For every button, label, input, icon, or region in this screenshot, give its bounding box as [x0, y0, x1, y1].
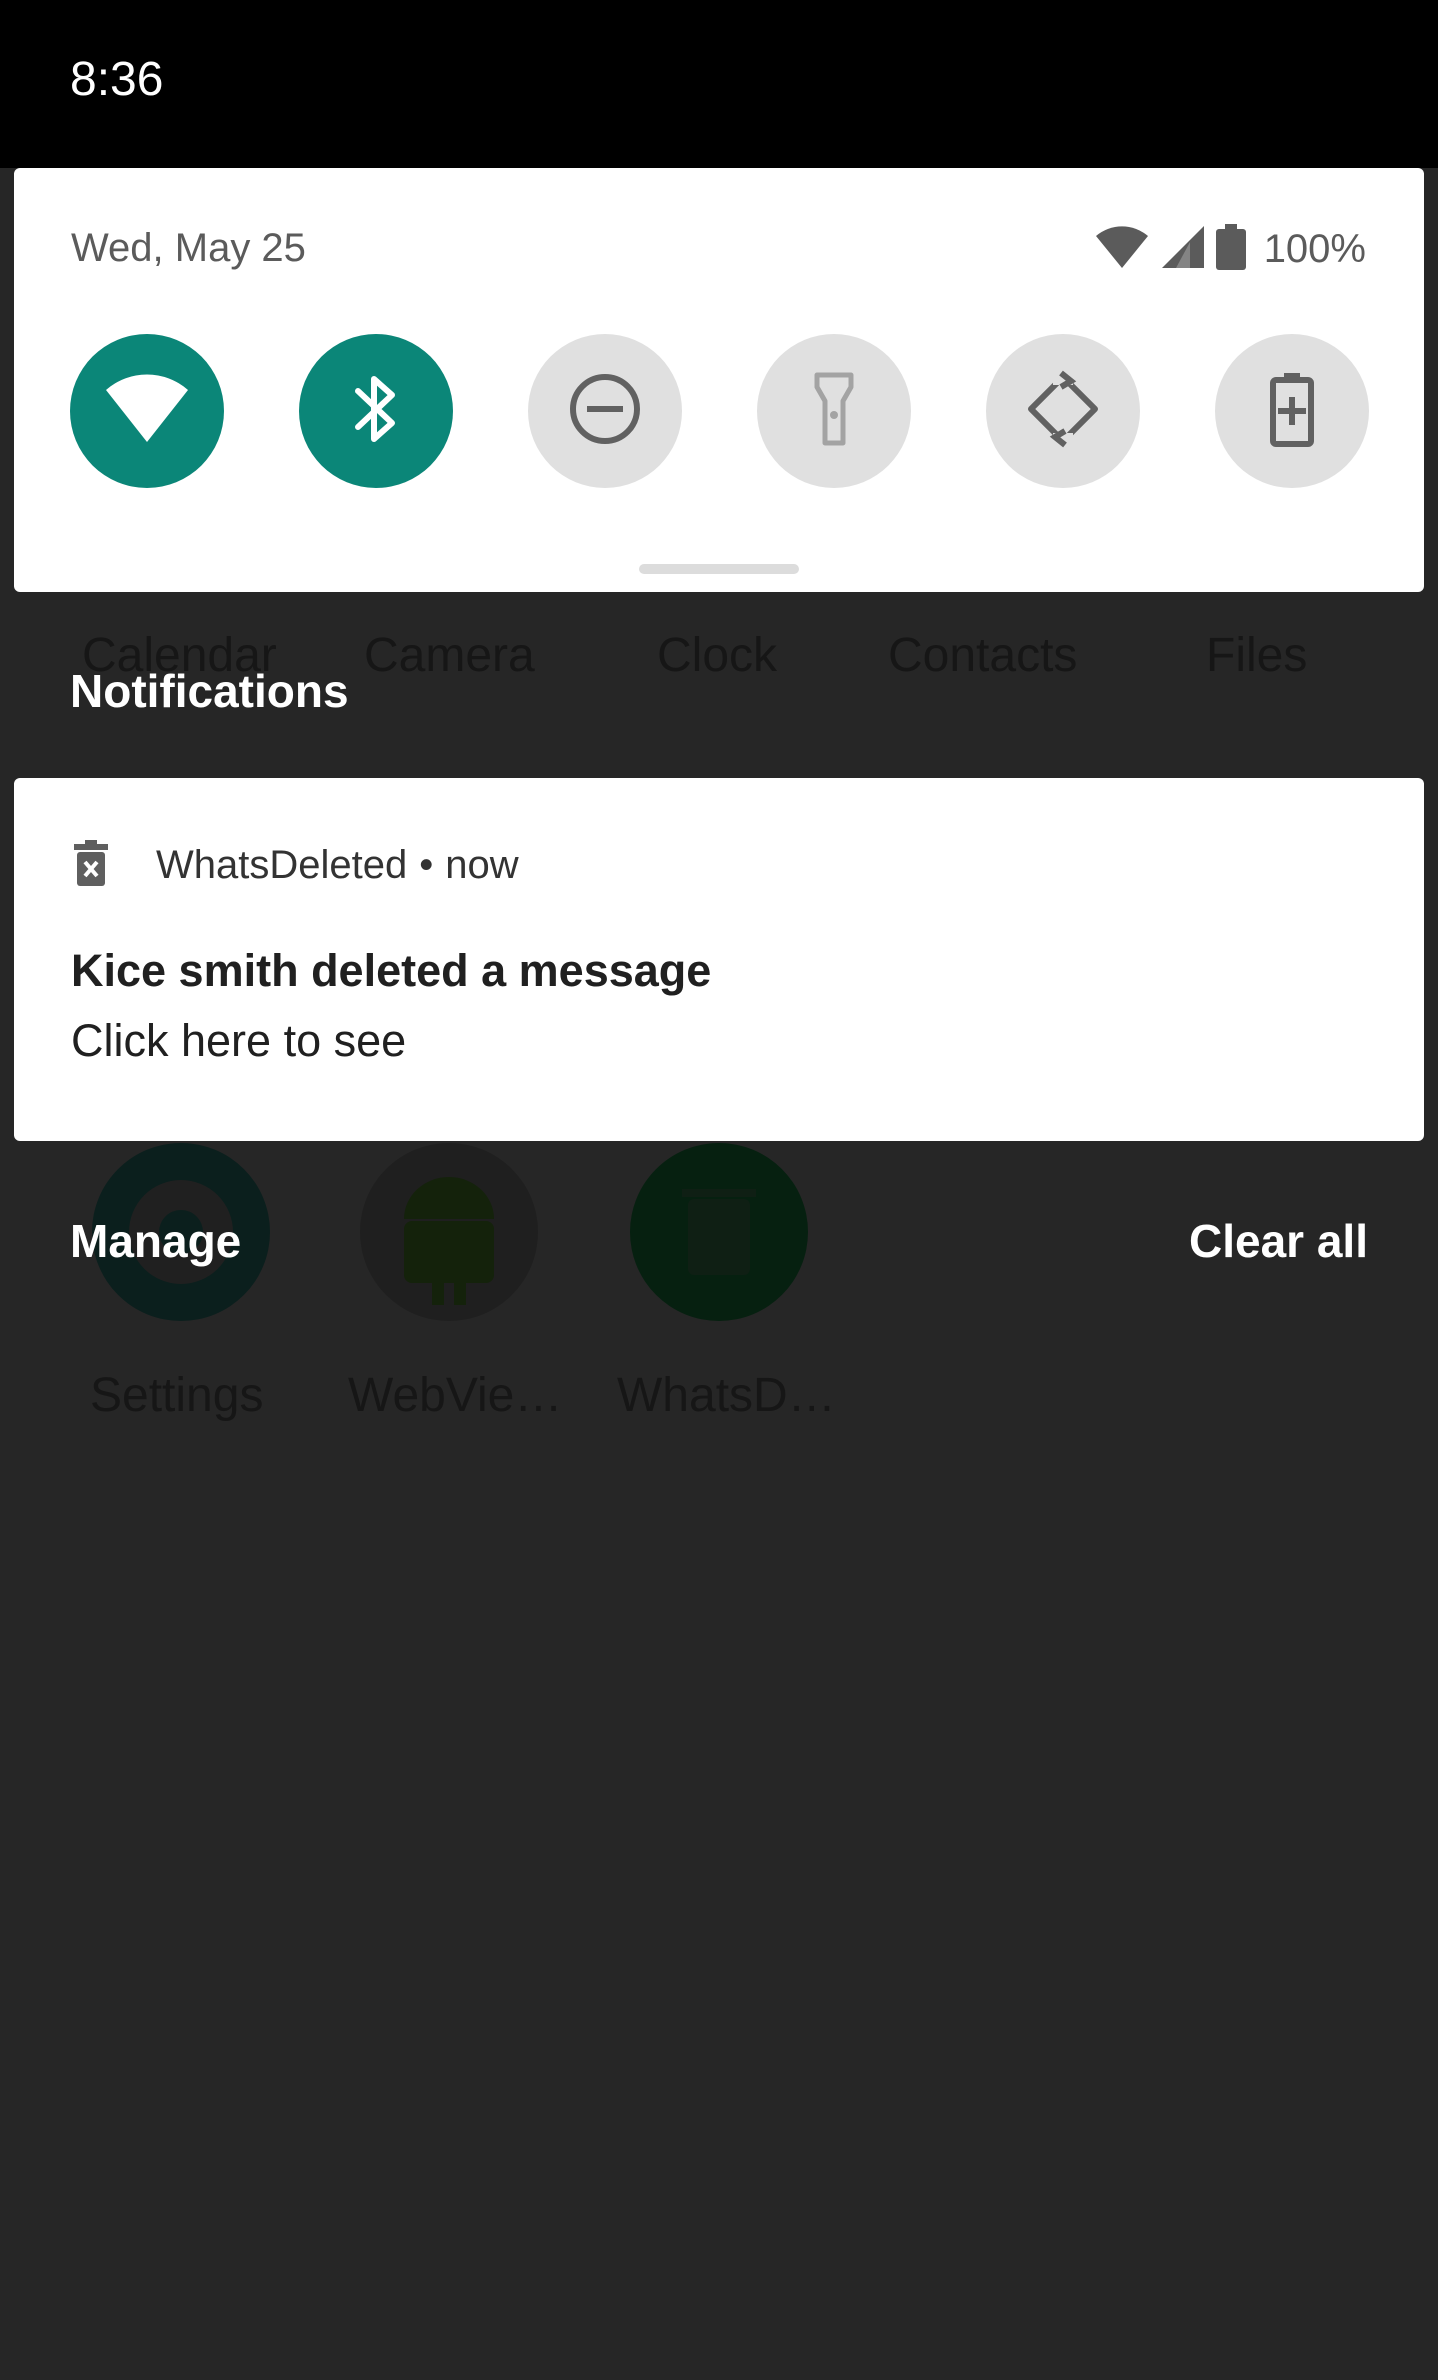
tile-flashlight[interactable] — [757, 334, 911, 488]
notification-title: Kice smith deleted a message — [71, 945, 712, 996]
notification-card[interactable]: WhatsDeleted • now Kice smith deleted a me… — [14, 778, 1424, 1141]
auto-rotate-icon — [1023, 369, 1103, 454]
flashlight-icon — [809, 371, 859, 452]
bg-app-label-camera: Camera — [364, 629, 535, 682]
status-bar: 8:36 — [0, 0, 1438, 168]
bg-app-label-whatsdeleted: WhatsD… — [617, 1369, 836, 1422]
qs-expand-handle[interactable] — [639, 564, 799, 574]
qs-date[interactable]: Wed, May 25 — [71, 228, 306, 268]
quick-settings-panel: Wed, May 25 100% — [14, 168, 1424, 592]
notification-separator: • — [419, 843, 434, 887]
do-not-disturb-icon — [567, 371, 643, 452]
notifications-header: Notifications — [70, 665, 349, 717]
notification-time: now — [445, 843, 519, 887]
wifi-signal-icon — [1094, 224, 1150, 275]
bg-webview-icon — [360, 1143, 538, 1321]
battery-saver-icon — [1269, 371, 1315, 452]
bg-app-label-files: Files — [1206, 629, 1308, 682]
bg-app-label-settings: Settings — [90, 1369, 264, 1422]
bg-app-label-contacts: Contacts — [888, 629, 1078, 682]
status-time: 8:36 — [70, 53, 164, 106]
bluetooth-icon — [346, 369, 406, 454]
notification-text: Click here to see — [71, 1015, 407, 1066]
notification-app-name: WhatsDeleted — [156, 843, 408, 887]
battery-percent: 100% — [1263, 227, 1366, 271]
manage-button[interactable]: Manage — [70, 1218, 241, 1264]
wifi-icon — [104, 374, 190, 449]
clear-all-button[interactable]: Clear all — [1189, 1218, 1368, 1264]
tile-battery-saver[interactable] — [1215, 334, 1369, 488]
qs-status-icons: 100% — [1094, 223, 1366, 275]
bg-whatsdeleted-icon — [630, 1143, 808, 1321]
tile-do-not-disturb[interactable] — [528, 334, 682, 488]
tile-wifi[interactable] — [70, 334, 224, 488]
tile-auto-rotate[interactable] — [986, 334, 1140, 488]
bg-app-label-clock: Clock — [657, 629, 778, 682]
trash-x-icon — [74, 840, 108, 891]
battery-icon — [1215, 223, 1246, 275]
cell-signal-icon — [1160, 224, 1206, 275]
tile-bluetooth[interactable] — [299, 334, 453, 488]
bg-app-label-webview: WebVie… — [348, 1369, 563, 1422]
notification-meta: WhatsDeleted • now — [156, 845, 519, 885]
